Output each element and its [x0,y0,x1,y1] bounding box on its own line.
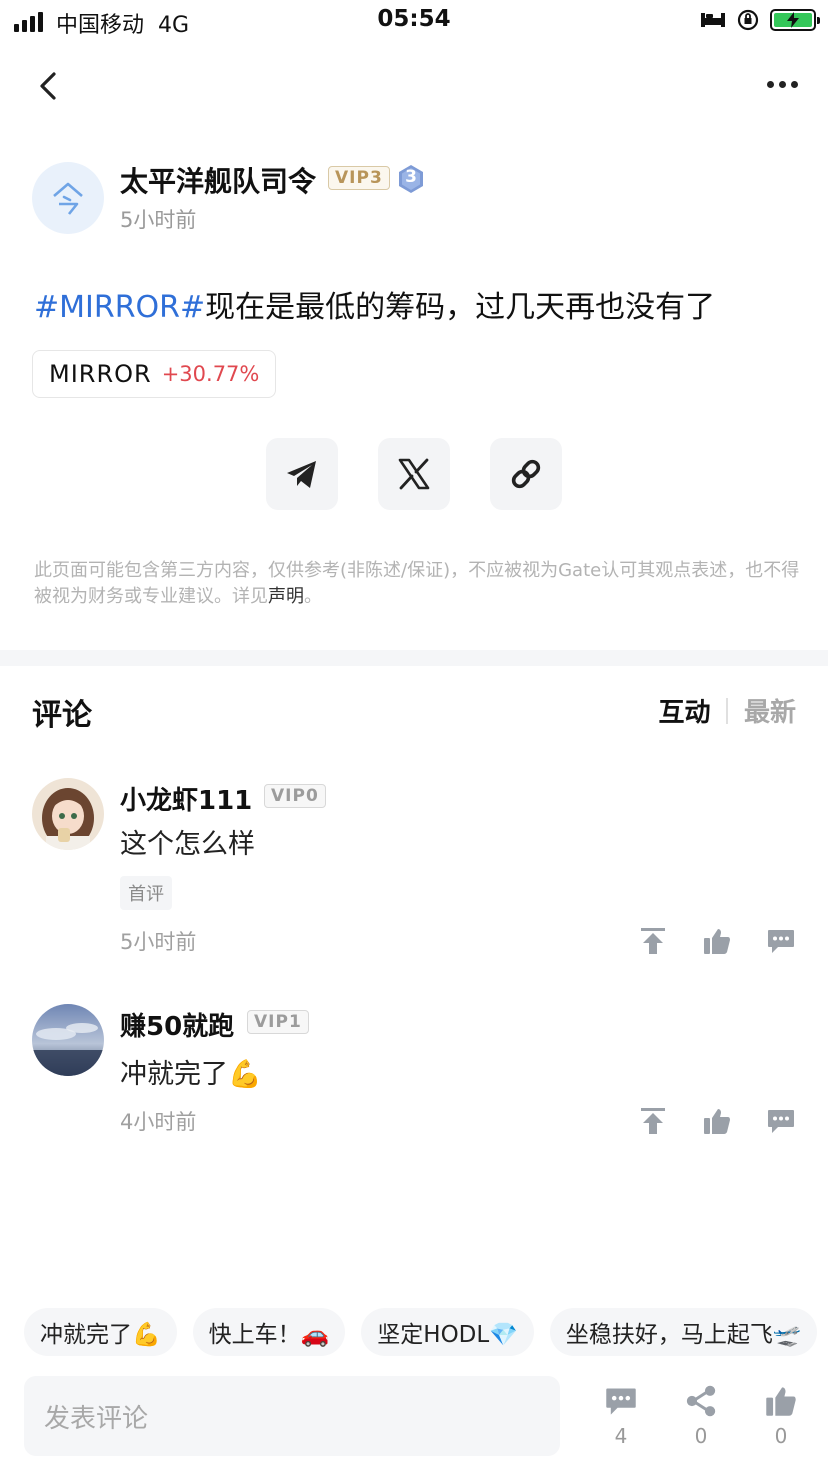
author-avatar[interactable] [32,162,104,234]
telegram-icon [287,461,316,488]
share-telegram-button[interactable] [266,438,338,510]
copy-link-button[interactable] [490,438,562,510]
comments-count-button[interactable]: 4 [596,1384,646,1448]
like-count-button[interactable]: 0 [756,1384,806,1448]
share-icon [686,1385,716,1417]
sort-tab-interaction[interactable]: 互动 [658,692,710,729]
comment-text: 这个怎么样 [120,829,255,860]
pin-top-icon[interactable] [638,1106,668,1136]
comment-bubble-icon [606,1388,636,1415]
first-comment-tag: 首评 [120,876,172,910]
disclaimer-link[interactable]: 声明 [268,586,304,607]
sky-landscape-avatar-icon [32,1004,104,1076]
battery-icon [770,9,820,31]
thumbs-up-icon [766,1387,796,1416]
level-badge: 3 [396,164,426,194]
comment-time: 4小时前 [120,1110,197,1134]
post-content: 现在是最低的筹码，过几天再也没有了 [205,290,716,325]
coin-chip[interactable]: MIRROR +30.77% [32,350,277,398]
comments-title: 评论 [32,698,92,733]
comment-author-name[interactable]: 小龙虾111 [120,780,252,817]
post-time: 5小时前 [120,208,197,232]
comment-vip-badge: VIP0 [264,784,326,808]
more-options-button[interactable] [764,74,800,94]
comment-avatar[interactable] [32,778,104,850]
like-count: 0 [774,1424,788,1448]
coin-name: MIRROR [49,360,152,388]
like-icon[interactable] [702,1106,732,1136]
quick-reply-chip[interactable]: 冲就完了💪 [24,1308,177,1356]
status-icons [700,8,820,32]
author-name[interactable]: 太平洋舰队司令 [120,160,316,200]
share-count: 0 [694,1424,708,1448]
level-number: 3 [405,167,417,187]
share-x-button[interactable] [378,438,450,510]
link-icon [511,459,541,489]
chevron-left-icon [40,72,56,100]
post-body: #MIRROR#现在是最低的筹码，过几天再也没有了 [34,282,715,326]
quick-reply-chip[interactable]: 坚定HODL💎 [361,1308,534,1356]
comment-text: 冲就完了💪 [120,1059,262,1090]
sort-tab-latest[interactable]: 最新 [744,692,796,729]
reply-icon[interactable] [766,1106,796,1136]
sort-separator [726,697,728,724]
ling-character-icon [53,182,83,215]
disclaimer-text: 此页面可能包含第三方内容，仅供参考(非陈述/保证)，不应被视为Gate认可其观点… [34,560,800,607]
sleep-mode-icon [701,13,725,27]
anime-girl-avatar-icon [32,778,104,850]
quick-reply-row: 冲就完了💪 快上车！🚗 坚定HODL💎 坐稳扶好，马上起飞🛫 [24,1308,818,1356]
like-icon[interactable] [702,926,732,956]
reply-icon[interactable] [766,926,796,956]
section-divider [0,650,828,666]
pin-top-icon[interactable] [638,926,668,956]
comment-avatar[interactable] [32,1004,104,1076]
hashtag-link[interactable]: #MIRROR# [34,290,205,325]
status-bar: 中国移动 4G 05:54 [0,0,828,44]
comment-vip-badge: VIP1 [247,1010,309,1034]
comment-input[interactable]: 发表评论 [24,1376,560,1456]
quick-reply-chip[interactable]: 坐稳扶好，马上起飞🛫 [549,1308,818,1356]
share-count-button[interactable]: 0 [676,1384,726,1448]
comments-count: 4 [614,1424,628,1448]
vip-badge: VIP3 [328,166,390,190]
coin-change: +30.77% [161,362,260,386]
x-logo-icon [398,458,430,490]
comment-time: 5小时前 [120,930,197,954]
back-button[interactable] [30,64,70,108]
comment-sort-tabs: 互动 最新 [658,692,796,729]
comment-author-name[interactable]: 赚50就跑 [120,1006,234,1043]
quick-reply-chip[interactable]: 快上车！🚗 [192,1308,346,1356]
orientation-lock-icon [737,9,759,31]
